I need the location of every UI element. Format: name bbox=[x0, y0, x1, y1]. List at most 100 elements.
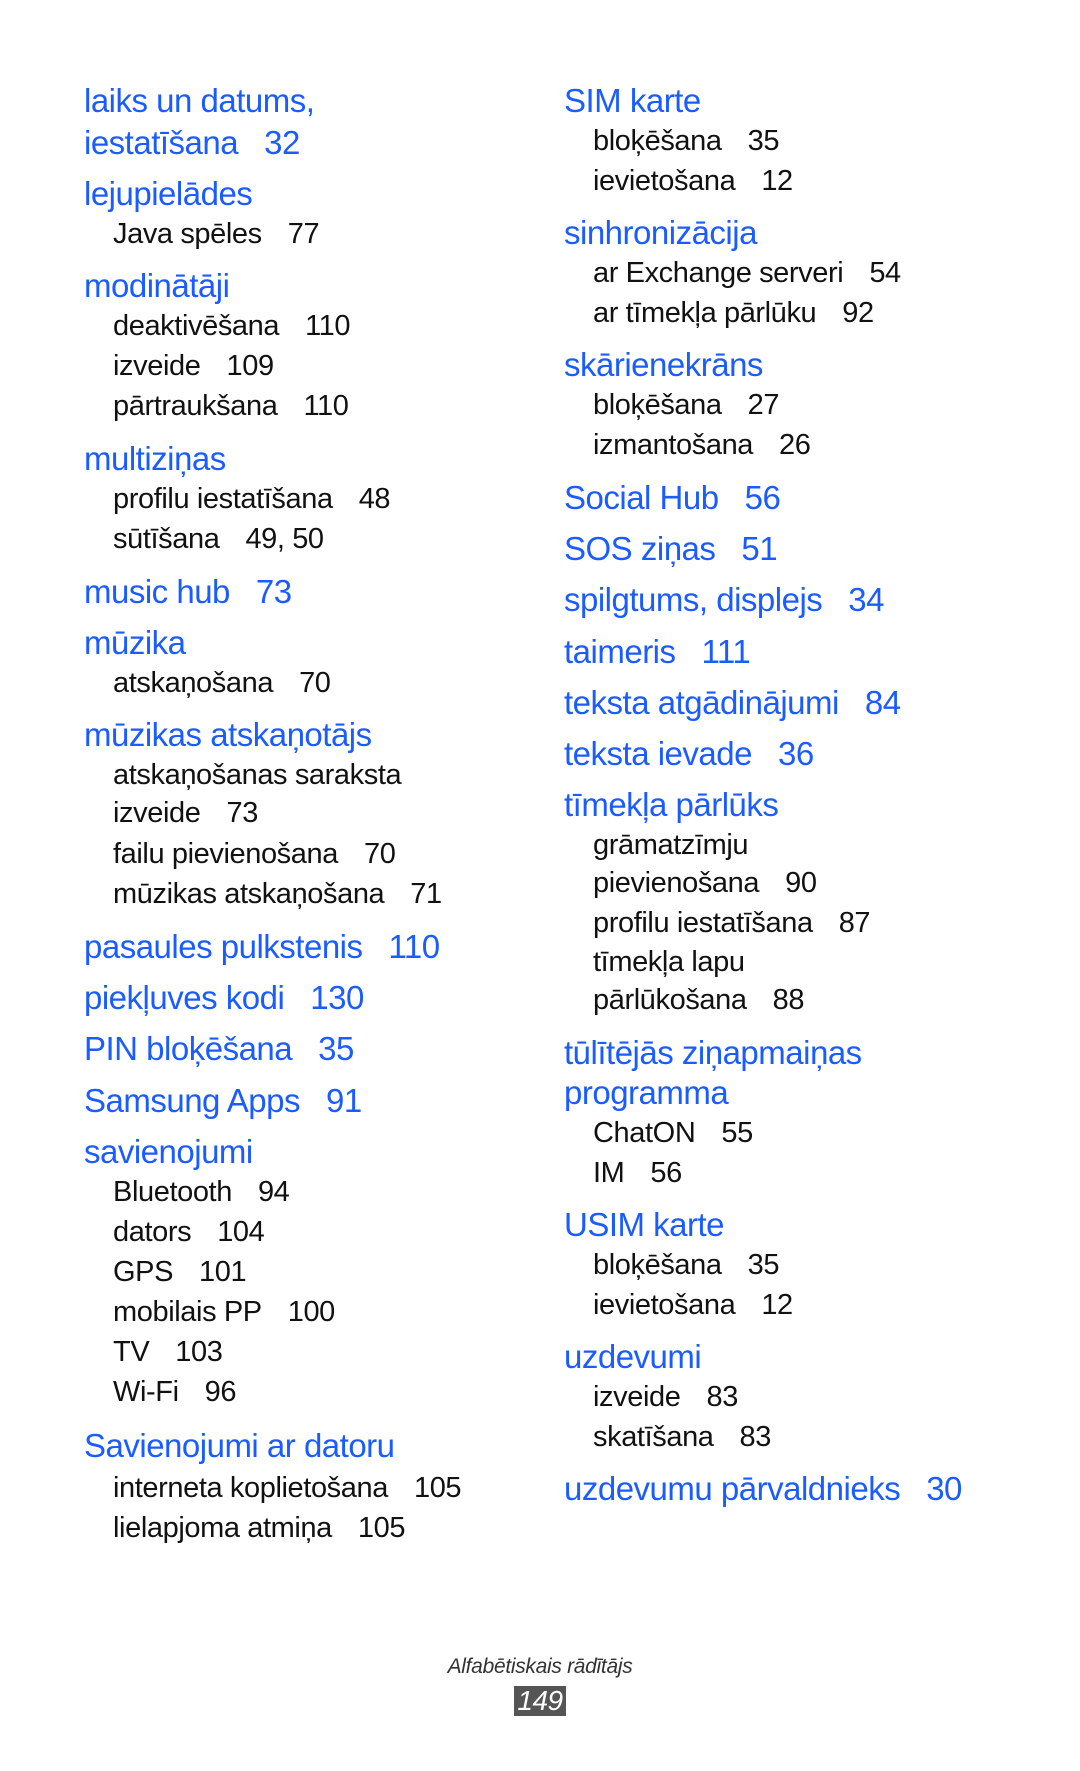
entry-text: SOS ziņas bbox=[564, 530, 716, 567]
index-heading: multiziņas bbox=[84, 442, 226, 475]
index-subentry: dators 104 bbox=[113, 1218, 265, 1247]
page-ref: 130 bbox=[310, 979, 364, 1016]
entry-text: izveide bbox=[113, 350, 201, 382]
index-subentry: interneta koplietošana 105 bbox=[113, 1472, 462, 1504]
entry-text: pievienošana bbox=[593, 867, 760, 899]
index-subentry: ar tīmekļa pārlūku 92 bbox=[593, 299, 874, 328]
index-subentry: skatīšana 83 bbox=[593, 1423, 771, 1452]
index-subentry: ievietošana 12 bbox=[593, 167, 793, 196]
index-subentry: Bluetooth 94 bbox=[113, 1176, 290, 1208]
page-ref: 101 bbox=[199, 1256, 247, 1288]
index-heading: mūzikas atskaņotājs bbox=[84, 718, 372, 751]
page-ref: 70 bbox=[299, 667, 331, 699]
index-subentry: TV 103 bbox=[113, 1336, 223, 1368]
page-ref: 35 bbox=[747, 1249, 780, 1281]
index-heading: mūzika bbox=[84, 626, 186, 659]
page-ref: 111 bbox=[701, 633, 751, 670]
entry-text: programma bbox=[564, 1074, 729, 1111]
index-subentry: ar Exchange serveri 54 bbox=[593, 259, 901, 288]
entry-text: Java spēles bbox=[113, 218, 262, 250]
page-ref: 51 bbox=[741, 530, 778, 567]
entry-text: sūtīšana bbox=[113, 523, 220, 555]
entry-text: SIM karte bbox=[564, 82, 701, 119]
index-subentry: izmantošana 26 bbox=[593, 431, 811, 460]
index-heading: taimeris 111 bbox=[564, 633, 751, 670]
index-subentry: ChatON 55 bbox=[593, 1119, 753, 1148]
entry-text: Savienojumi ar datoru bbox=[84, 1427, 395, 1464]
page-ref: 100 bbox=[287, 1296, 336, 1328]
index-subentry: tīmekļa lapu bbox=[593, 948, 745, 977]
index-heading: spilgtums, displejs 34 bbox=[564, 583, 884, 616]
index-subentry: izveide 109 bbox=[113, 352, 274, 381]
page-ref: 12 bbox=[761, 1289, 793, 1321]
entry-text: tīmekļa pārlūks bbox=[564, 786, 779, 823]
entry-text: sinhronizācija bbox=[564, 214, 757, 251]
entry-text: PIN bloķēšana bbox=[84, 1030, 293, 1067]
index-heading: music hub 73 bbox=[84, 575, 292, 608]
index-subentry: bloķēšana 35 bbox=[593, 1251, 779, 1280]
page-ref: 88 bbox=[772, 984, 805, 1016]
entry-text: ievietošana bbox=[593, 1289, 736, 1321]
page-ref: 35 bbox=[318, 1030, 354, 1067]
entry-text: USIM karte bbox=[564, 1206, 725, 1243]
entry-text: Social Hub bbox=[564, 479, 719, 516]
page-ref: 92 bbox=[842, 297, 874, 329]
page-ref: 110 bbox=[303, 390, 349, 422]
index-subentry: grāmatzīmju bbox=[593, 831, 749, 860]
entry-text: pārtraukšana bbox=[113, 390, 278, 422]
entry-text: tūlītējās ziņapmaiņas bbox=[564, 1034, 862, 1071]
index-heading: teksta ievade 36 bbox=[564, 737, 814, 770]
page-ref: 12 bbox=[761, 165, 793, 197]
entry-text: piekļuves kodi bbox=[84, 979, 285, 1016]
entry-text: bloķēšana bbox=[593, 1249, 722, 1281]
entry-text: mobilais PP bbox=[113, 1296, 262, 1328]
entry-text: ievietošana bbox=[593, 165, 736, 197]
entry-text: mūzika bbox=[84, 624, 186, 661]
index-subentry: pievienošana 90 bbox=[593, 869, 817, 898]
entry-text: lielapjoma atmiņa bbox=[113, 1512, 332, 1544]
entry-text: skārienekrāns bbox=[564, 346, 763, 383]
index-subentry: IM 56 bbox=[593, 1159, 682, 1188]
page-ref: 96 bbox=[204, 1376, 237, 1408]
page-ref: 36 bbox=[777, 735, 814, 772]
entry-text: TV bbox=[113, 1336, 150, 1368]
index-subentry: ievietošana 12 bbox=[593, 1291, 793, 1320]
page-ref: 73 bbox=[255, 573, 292, 610]
index-subentry: Wi-Fi 96 bbox=[113, 1376, 237, 1408]
entry-text: tīmekļa lapu bbox=[593, 946, 745, 978]
index-heading: skārienekrāns bbox=[564, 348, 763, 381]
index-heading: tīmekļa pārlūks bbox=[564, 786, 779, 823]
page-ref: 87 bbox=[838, 907, 871, 939]
page-ref: 105 bbox=[357, 1512, 406, 1544]
page-ref: 71 bbox=[410, 878, 442, 910]
index-subentry: mūzikas atskaņošana 71 bbox=[113, 880, 442, 909]
page-ref: 110 bbox=[305, 310, 351, 342]
entry-text: spilgtums, displejs bbox=[564, 581, 823, 618]
page-ref: 73 bbox=[226, 797, 258, 829]
page-ref: 91 bbox=[325, 1082, 362, 1119]
index-subentry: pārtraukšana 110 bbox=[113, 392, 349, 421]
index-subentry: atskaņošanas saraksta bbox=[113, 761, 402, 790]
index-heading: pasaules pulkstenis 110 bbox=[84, 930, 440, 963]
entry-text: skatīšana bbox=[593, 1421, 714, 1453]
page-ref: 105 bbox=[413, 1472, 462, 1504]
index-subentry: deaktivēšana 110 bbox=[113, 310, 351, 342]
entry-text: mūzikas atskaņotājs bbox=[84, 716, 372, 753]
entry-text: Samsung Apps bbox=[84, 1082, 300, 1119]
index-heading: Savienojumi ar datoru bbox=[84, 1429, 395, 1462]
index-subentry: bloķēšana 35 bbox=[593, 127, 779, 156]
entry-text: atskaņošana bbox=[113, 667, 274, 699]
index-heading: SOS ziņas 51 bbox=[564, 530, 778, 567]
page-ref: 56 bbox=[650, 1157, 682, 1189]
entry-text: izmantošana bbox=[593, 429, 754, 461]
page-ref: 26 bbox=[779, 429, 811, 461]
entry-text: Bluetooth bbox=[113, 1176, 232, 1208]
page-number-badge: 149 bbox=[514, 1686, 566, 1716]
page-ref: 83 bbox=[706, 1381, 738, 1413]
page-ref: 109 bbox=[226, 350, 274, 382]
entry-text: uzdevumi bbox=[564, 1338, 702, 1375]
entry-text: mūzikas atskaņošana bbox=[113, 878, 385, 910]
index-subentry: lielapjoma atmiņa 105 bbox=[113, 1514, 405, 1543]
index-subentry: GPS 101 bbox=[113, 1256, 247, 1288]
entry-text: IM bbox=[593, 1157, 625, 1189]
